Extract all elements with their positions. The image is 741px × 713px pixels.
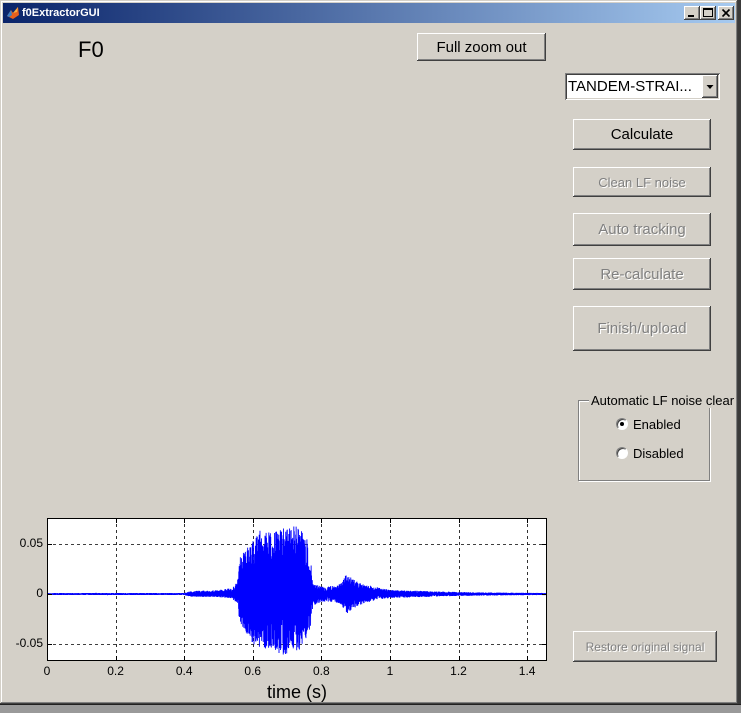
window-title: f0ExtractorGUI <box>22 7 100 19</box>
maximize-button[interactable] <box>700 6 716 20</box>
close-button[interactable] <box>718 6 734 20</box>
x-tick-label: 0 <box>44 664 51 678</box>
clean-lf-noise-label: Clean LF noise <box>598 174 686 190</box>
minimize-button[interactable] <box>684 6 700 20</box>
recalculate-button[interactable]: Re-calculate <box>573 258 711 290</box>
full-zoom-out-label: Full zoom out <box>436 38 527 56</box>
x-tick-label: 1.4 <box>519 664 536 678</box>
radio-enabled[interactable] <box>616 418 628 430</box>
x-tick-label: 1.2 <box>450 664 467 678</box>
signal-plot[interactable]: 0 0.2 0.4 0.6 0.8 1 1.2 1.40.050-0.05time (s) <box>0 505 560 704</box>
algorithm-select[interactable]: TANDEM-STRAI... <box>565 73 720 100</box>
finish-upload-button[interactable]: Finish/upload <box>573 306 711 351</box>
y-tick-label: -0.05 <box>16 636 44 650</box>
x-tick-label: 0.2 <box>107 664 124 678</box>
x-tick-label: 0.6 <box>244 664 261 678</box>
restore-original-signal-button[interactable]: Restore original signal <box>573 631 717 662</box>
radio-disabled-label[interactable]: Disabled <box>633 446 684 461</box>
finish-upload-label: Finish/upload <box>597 320 687 337</box>
matlab-icon <box>6 6 20 20</box>
y-tick-label: 0.05 <box>20 536 44 550</box>
full-zoom-out-button[interactable]: Full zoom out <box>417 33 546 61</box>
calculate-button[interactable]: Calculate <box>573 119 711 150</box>
x-tick-label: 1 <box>387 664 394 678</box>
x-tick-label: 0.8 <box>313 664 330 678</box>
radio-enabled-label[interactable]: Enabled <box>633 417 681 432</box>
clean-lf-noise-button[interactable]: Clean LF noise <box>573 167 711 197</box>
lf-noise-panel-title: Automatic LF noise clear <box>589 393 737 408</box>
f0-axes-label: F0 <box>78 37 104 62</box>
calculate-label: Calculate <box>610 126 674 143</box>
y-tick-label: 0 <box>36 586 43 600</box>
auto-tracking-label: Auto tracking <box>598 221 686 238</box>
algorithm-select-dropdown-button[interactable] <box>702 75 718 98</box>
background-window-strip <box>0 704 741 713</box>
restore-original-signal-label: Restore original signal <box>585 639 705 654</box>
app-window: f0ExtractorGUI F0 Full zoom out TANDEM-S… <box>0 0 738 704</box>
algorithm-select-value: TANDEM-STRAI... <box>568 78 692 95</box>
title-bar[interactable]: f0ExtractorGUI <box>3 3 735 23</box>
radio-disabled[interactable] <box>616 447 628 459</box>
lf-noise-clear-panel: Automatic LF noise clear Enabled Disable… <box>578 393 737 481</box>
recalculate-label: Re-calculate <box>600 265 684 283</box>
x-tick-label: 0.4 <box>176 664 193 678</box>
x-axis-label: time (s) <box>267 682 327 702</box>
auto-tracking-button[interactable]: Auto tracking <box>573 213 711 246</box>
